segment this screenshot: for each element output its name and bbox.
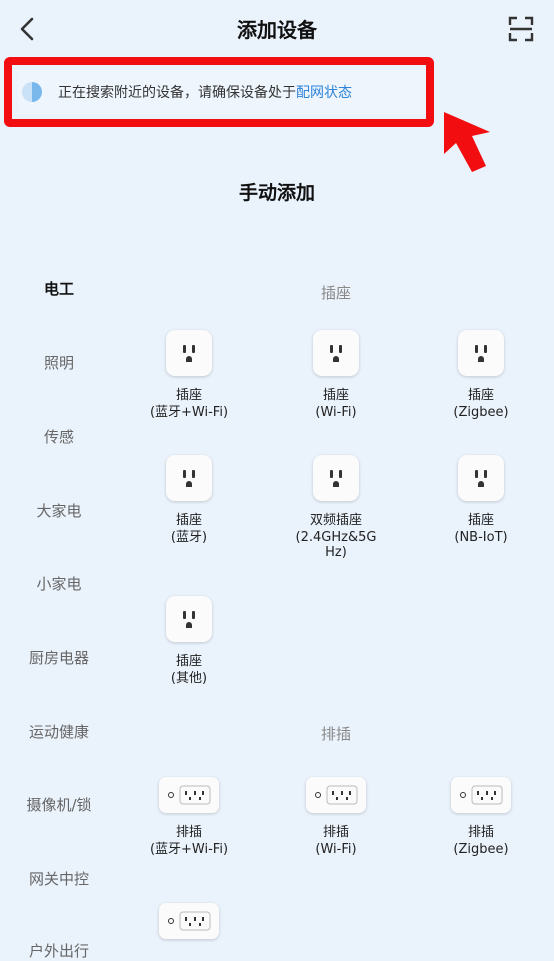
device-socket-nbiot[interactable]: 插座 (NB-IoT) — [411, 455, 551, 545]
device-protocol: (Zigbee) — [453, 405, 509, 420]
device-name: 插座 — [175, 513, 202, 528]
socket-icon — [458, 330, 504, 376]
sidebar-item-health[interactable]: 运动健康 — [0, 721, 118, 742]
scan-icon — [508, 16, 534, 42]
device-protocol: (蓝牙+Wi-Fi) — [149, 405, 229, 420]
device-protocol: (蓝牙+Wi-Fi) — [149, 842, 229, 857]
device-socket-dual-band[interactable]: 双频插座 (2.4GHz&5G Hz) — [266, 455, 406, 560]
sidebar-item-small-appliance[interactable]: 小家电 — [0, 573, 118, 594]
power-strip-icon — [159, 777, 219, 813]
search-status-text: 正在搜索附近的设备，请确保设备处于 — [58, 85, 296, 101]
sidebar-item-camera-lock[interactable]: 摄像机/锁 — [0, 794, 118, 815]
device-name: 双频插座 — [309, 513, 362, 528]
pairing-mode-link[interactable]: 配网状态 — [296, 82, 352, 102]
device-protocol-line2: Hz) — [325, 545, 347, 560]
sidebar-item-sensor[interactable]: 传感 — [0, 426, 118, 447]
category-header-socket: 插座 — [320, 284, 351, 302]
socket-icon — [458, 455, 504, 501]
manual-add-title: 手动添加 — [238, 182, 315, 204]
device-name: 排插 — [322, 825, 349, 840]
sidebar-item-gateway[interactable]: 网关中控 — [0, 868, 118, 889]
device-protocol: (Wi-Fi) — [315, 405, 357, 420]
device-strip-wifi[interactable]: 排插 (Wi-Fi) — [266, 777, 406, 857]
power-strip-icon — [159, 903, 219, 939]
device-strip-more[interactable] — [119, 903, 259, 939]
sidebar-item-lighting[interactable]: 照明 — [0, 352, 118, 373]
sidebar-item-kitchen[interactable]: 厨房电器 — [0, 647, 118, 668]
device-protocol: (Zigbee) — [453, 842, 509, 857]
socket-icon — [313, 455, 359, 501]
device-name: 插座 — [175, 654, 202, 669]
search-status-banner: 正在搜索附近的设备，请确保设备处于 配网状态 — [18, 70, 426, 114]
device-strip-zigbee[interactable]: 排插 (Zigbee) — [411, 777, 551, 857]
socket-icon — [166, 596, 212, 642]
device-protocol: (蓝牙) — [170, 530, 208, 545]
category-header-strip: 排插 — [320, 725, 351, 743]
scan-button[interactable] — [508, 16, 534, 42]
device-protocol: (NB-IoT) — [454, 530, 508, 545]
device-socket-wifi[interactable]: 插座 (Wi-Fi) — [266, 330, 406, 420]
power-strip-icon — [451, 777, 511, 813]
device-socket-ble[interactable]: 插座 (蓝牙) — [119, 455, 259, 545]
socket-icon — [313, 330, 359, 376]
device-protocol: (Wi-Fi) — [315, 842, 357, 857]
power-strip-icon — [306, 777, 366, 813]
red-pointer-arrow-icon — [444, 112, 490, 172]
socket-icon — [166, 455, 212, 501]
device-protocol: (其他) — [170, 671, 208, 686]
device-name: 排插 — [175, 825, 202, 840]
device-socket-ble-wifi[interactable]: 插座 (蓝牙+Wi-Fi) — [119, 330, 259, 420]
page-title: 添加设备 — [237, 18, 317, 42]
device-name: 插座 — [467, 513, 494, 528]
sidebar-item-large-appliance[interactable]: 大家电 — [0, 500, 118, 521]
device-socket-other[interactable]: 插座 (其他) — [119, 596, 259, 686]
top-bar: 添加设备 — [0, 0, 554, 58]
device-name: 插座 — [175, 388, 202, 403]
device-name: 插座 — [322, 388, 349, 403]
sidebar-item-electrical[interactable]: 电工 — [0, 278, 118, 299]
sidebar-item-outdoor[interactable]: 户外出行 — [0, 940, 118, 961]
device-name: 排插 — [467, 825, 494, 840]
device-protocol: (2.4GHz&5G — [295, 530, 377, 545]
device-socket-zigbee[interactable]: 插座 (Zigbee) — [411, 330, 551, 420]
device-strip-ble-wifi[interactable]: 排插 (蓝牙+Wi-Fi) — [119, 777, 259, 857]
loading-spinner-icon — [22, 82, 42, 102]
socket-icon — [166, 330, 212, 376]
device-name: 插座 — [467, 388, 494, 403]
